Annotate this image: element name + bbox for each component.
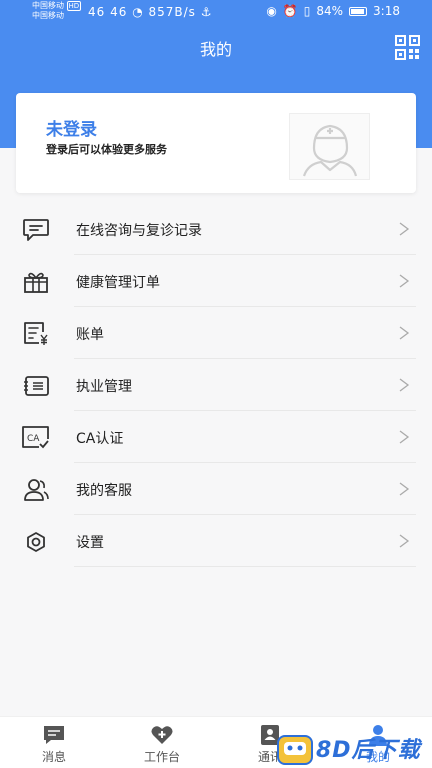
alarm-icon: ⏰ [282, 4, 298, 18]
menu-label: 账单 [76, 327, 104, 343]
carrier-info: 中国移动 HD 中国移动 [32, 1, 82, 21]
chevron-right-icon [399, 430, 410, 444]
avatar[interactable] [289, 113, 370, 180]
watermark-text: 8D后下载 [316, 738, 421, 763]
menu-item-settings[interactable]: 设置 [0, 515, 432, 567]
login-hint: 登录后可以体验更多服务 [46, 143, 167, 156]
tab-label: 工作台 [143, 750, 180, 764]
ca-certificate-icon: CA [22, 426, 49, 449]
menu-list: 在线咨询与复诊记录 健康管理订单 账单 执业管理 CA CA认证 我的客服 设置 [0, 203, 432, 567]
menu-item-bills[interactable]: 账单 [0, 307, 432, 359]
network-indicators: 46 46 ◔ 857B/s ⚓ [88, 5, 213, 19]
menu-item-ca-certification[interactable]: CA CA认证 [0, 411, 432, 463]
heart-plus-icon [151, 726, 173, 744]
status-right: ◉ ⏰ ▯ 84% 3:18 [266, 4, 400, 18]
signal-text: 46 46 [88, 5, 128, 19]
menu-item-consultation-records[interactable]: 在线咨询与复诊记录 [0, 203, 432, 255]
carrier-2: 中国移动 [32, 11, 64, 20]
tab-messages[interactable]: 消息 [0, 717, 108, 768]
chat-bubble-icon [23, 219, 49, 241]
login-status-title: 未登录 [46, 120, 97, 140]
bill-icon [24, 322, 48, 345]
message-icon [44, 726, 64, 744]
practice-card-icon [24, 376, 49, 396]
gift-icon [24, 272, 48, 293]
hd-badge: HD [66, 1, 82, 11]
battery-icon [349, 6, 368, 16]
doctor-avatar-icon [302, 124, 358, 177]
vibrate-icon: ▯ [303, 4, 311, 18]
customer-service-icon [24, 479, 49, 501]
qr-code-icon[interactable] [395, 35, 420, 60]
menu-label: 在线咨询与复诊记录 [76, 223, 202, 239]
chevron-right-icon [399, 534, 410, 548]
menu-label: CA认证 [76, 431, 124, 447]
eye-icon: ◉ [266, 4, 277, 18]
tab-label: 消息 [41, 750, 66, 764]
menu-item-customer-service[interactable]: 我的客服 [0, 463, 432, 515]
svg-text:CA: CA [27, 434, 40, 444]
clock: 3:18 [373, 4, 400, 18]
menu-label: 执业管理 [76, 379, 132, 395]
carrier-1: 中国移动 [32, 1, 64, 10]
chevron-right-icon [399, 378, 410, 392]
chevron-right-icon [399, 274, 410, 288]
menu-label: 健康管理订单 [76, 275, 160, 291]
menu-item-practice-management[interactable]: 执业管理 [0, 359, 432, 411]
menu-item-health-orders[interactable]: 健康管理订单 [0, 255, 432, 307]
gear-icon [27, 532, 45, 552]
chevron-right-icon [399, 326, 410, 340]
menu-label: 设置 [76, 535, 104, 551]
wifi-icon: ◔ [132, 5, 144, 19]
watermark: 8D后下载 [272, 730, 432, 768]
login-card[interactable]: 未登录 登录后可以体验更多服务 [16, 93, 416, 193]
battery-percent: 84% [316, 4, 344, 18]
watermark-mascot-icon [277, 735, 313, 765]
usb-icon: ⚓ [200, 5, 213, 19]
divider [74, 566, 416, 567]
menu-label: 我的客服 [76, 483, 132, 499]
page-title: 我的 [199, 40, 232, 59]
tab-workbench[interactable]: 工作台 [108, 717, 216, 768]
network-speed: 857B/s [148, 5, 196, 19]
chevron-right-icon [399, 222, 410, 236]
status-bar: 中国移动 HD 中国移动 46 46 ◔ 857B/s ⚓ ◉ ⏰ ▯ 84% … [0, 0, 432, 24]
chevron-right-icon [399, 482, 410, 496]
